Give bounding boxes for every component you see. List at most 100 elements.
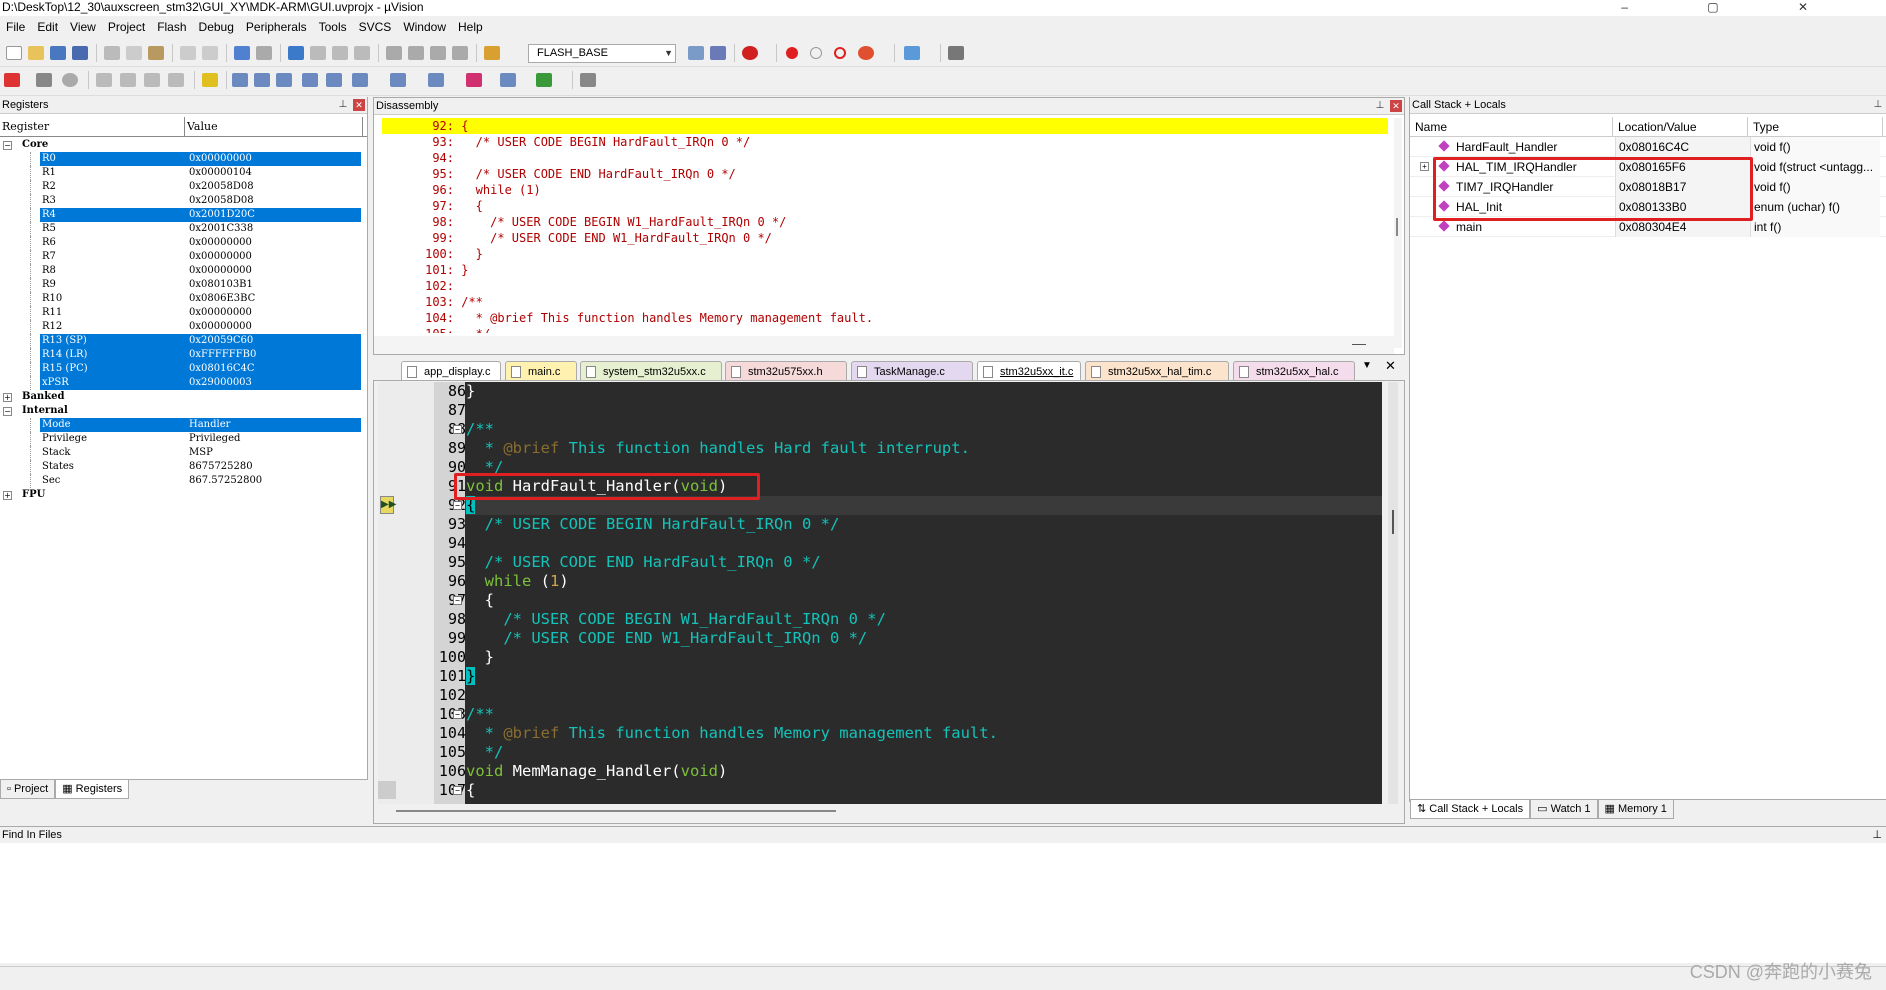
tab-project[interactable]: ▫ Project xyxy=(0,780,56,799)
nav-forward-icon[interactable] xyxy=(256,46,272,60)
menu-debug[interactable]: Debug xyxy=(193,20,240,34)
nav-back-icon[interactable] xyxy=(234,46,250,60)
reg-group[interactable]: − Internal xyxy=(0,404,367,418)
fold-toggle-icon[interactable]: − xyxy=(453,425,462,434)
editor-tab[interactable]: main.c xyxy=(505,361,577,381)
code-line[interactable]: 87 xyxy=(378,401,1382,420)
disassembly-line[interactable]: 101: } xyxy=(382,262,1388,278)
code-line[interactable]: 89 * @brief This function handles Hard f… xyxy=(378,439,1382,458)
breakpoint-icon[interactable] xyxy=(786,47,798,59)
fold-toggle-icon[interactable]: − xyxy=(453,501,462,510)
tab-memory[interactable]: ▦ Memory 1 xyxy=(1597,800,1674,819)
menu-tools[interactable]: Tools xyxy=(313,20,353,34)
register-row[interactable]: R11 0x00000000 xyxy=(0,306,367,320)
disassembly-hscroll[interactable] xyxy=(374,336,1394,354)
command-window-icon[interactable] xyxy=(232,73,248,87)
registers-window-icon[interactable] xyxy=(302,73,318,87)
register-row[interactable]: R12 0x00000000 xyxy=(0,320,367,334)
menu-help[interactable]: Help xyxy=(452,20,489,34)
register-value[interactable]: 0x2001D20C xyxy=(189,208,255,222)
menu-file[interactable]: File xyxy=(0,20,31,34)
tab-registers[interactable]: ▦ Registers xyxy=(55,780,130,799)
register-value[interactable]: 0x20059C60 xyxy=(189,334,253,348)
code-lines[interactable]: 86}8788−/**89 * @brief This function han… xyxy=(378,382,1382,804)
disassembly-line[interactable]: 97: { xyxy=(382,198,1388,214)
window-config-icon[interactable] xyxy=(904,46,920,60)
step-out-icon[interactable] xyxy=(144,73,160,87)
register-row[interactable]: R3 0x20058D08 xyxy=(0,194,367,208)
find-in-files-icon[interactable] xyxy=(688,46,704,60)
register-row[interactable]: R15 (PC) 0x08016C4C xyxy=(0,362,367,376)
register-value[interactable]: 0x0806E3BC xyxy=(189,292,255,306)
menu-flash[interactable]: Flash xyxy=(151,20,192,34)
bookmark-next-icon[interactable] xyxy=(332,46,348,60)
breakpoint-disable-icon[interactable] xyxy=(810,47,822,59)
editor-tab[interactable]: system_stm32u5xx.c xyxy=(580,361,722,381)
code-line[interactable]: 104 * @brief This function handles Memor… xyxy=(378,724,1382,743)
col-type[interactable]: Type xyxy=(1748,117,1883,136)
register-row[interactable]: R0 0x00000000 xyxy=(0,152,367,166)
disassembly-line[interactable]: 95: /* USER CODE END HardFault_IRQn 0 */ xyxy=(382,166,1388,182)
disassembly-line[interactable]: 92: { xyxy=(382,118,1388,134)
register-value[interactable]: 0x29000003 xyxy=(189,376,252,390)
col-name[interactable]: Name xyxy=(1410,117,1613,136)
col-register[interactable]: Register xyxy=(0,117,185,136)
wrench-icon[interactable] xyxy=(948,46,964,60)
register-row[interactable]: R5 0x2001C338 xyxy=(0,222,367,236)
cut-icon[interactable] xyxy=(104,46,120,60)
code-line[interactable]: 93 /* USER CODE BEGIN HardFault_IRQn 0 *… xyxy=(378,515,1382,534)
register-row[interactable]: R2 0x20058D08 xyxy=(0,180,367,194)
splitter-icon[interactable] xyxy=(378,781,396,799)
register-row[interactable]: R9 0x080103B1 xyxy=(0,278,367,292)
show-next-statement-icon[interactable] xyxy=(202,73,218,87)
disassembly-line[interactable]: 104: * @brief This function handles Memo… xyxy=(382,310,1388,326)
register-value[interactable]: 0x08016C4C xyxy=(189,362,254,376)
paste-icon[interactable] xyxy=(148,46,164,60)
register-value[interactable]: 0xFFFFFFB0 xyxy=(189,348,256,362)
pin-icon[interactable]: ⊥ xyxy=(1872,827,1882,844)
callstack-row[interactable]: HardFault_Handler 0x08016C4C void f() xyxy=(1410,137,1886,157)
bookmark-clear-icon[interactable] xyxy=(354,46,370,60)
register-value[interactable]: Privileged xyxy=(189,432,240,446)
tab-list-icon[interactable]: ▼ xyxy=(1362,360,1372,371)
fold-toggle-icon[interactable]: − xyxy=(453,596,462,605)
register-row[interactable]: States 8675725280 xyxy=(0,460,367,474)
new-file-icon[interactable] xyxy=(6,46,22,60)
code-line[interactable]: 101} xyxy=(378,667,1382,686)
expand-icon[interactable]: + xyxy=(3,491,12,500)
tab-callstack[interactable]: ⇅ Call Stack + Locals xyxy=(1410,800,1531,819)
reset-icon[interactable] xyxy=(4,73,20,87)
expand-icon[interactable]: − xyxy=(3,407,12,416)
register-row[interactable]: R4 0x2001D20C xyxy=(0,208,367,222)
close-icon[interactable]: ✕ xyxy=(353,99,365,111)
editor-tab[interactable]: stm32u5xx_hal.c xyxy=(1233,361,1355,381)
code-line[interactable]: 86} xyxy=(378,382,1382,401)
register-row[interactable]: R13 (SP) 0x20059C60 xyxy=(0,334,367,348)
code-line[interactable]: 102 xyxy=(378,686,1382,705)
editor-tab[interactable]: stm32u575xx.h xyxy=(725,361,847,381)
code-line[interactable]: 105 */ xyxy=(378,743,1382,762)
editor-tab[interactable]: app_display.c xyxy=(401,361,501,381)
register-row[interactable]: Mode Handler xyxy=(0,418,367,432)
unindent-icon[interactable] xyxy=(408,46,424,60)
register-row[interactable]: Sec 867.57252800 xyxy=(0,474,367,488)
disassembly-lines[interactable]: 92: {93: /* USER CODE BEGIN HardFault_IR… xyxy=(382,118,1388,333)
disassembly-line[interactable]: 105: */ xyxy=(382,326,1388,333)
col-location[interactable]: Location/Value xyxy=(1613,117,1748,136)
col-value[interactable]: Value xyxy=(185,117,363,136)
register-value[interactable]: 0x00000000 xyxy=(189,306,252,320)
register-row[interactable]: R6 0x00000000 xyxy=(0,236,367,250)
register-row[interactable]: R7 0x00000000 xyxy=(0,250,367,264)
tab-watch[interactable]: ▭ Watch 1 xyxy=(1530,800,1598,819)
expand-icon[interactable]: − xyxy=(3,141,12,150)
disassembly-line[interactable]: 98: /* USER CODE BEGIN W1_HardFault_IRQn… xyxy=(382,214,1388,230)
fold-toggle-icon[interactable]: − xyxy=(453,786,462,795)
run-icon[interactable] xyxy=(36,73,52,87)
register-value[interactable]: 0x2001C338 xyxy=(189,222,253,236)
editor-hscroll[interactable] xyxy=(378,804,1382,818)
disassembly-line[interactable]: 93: /* USER CODE BEGIN HardFault_IRQn 0 … xyxy=(382,134,1388,150)
window-controls[interactable]: – ▢ ✕ xyxy=(1621,0,1846,14)
copy-icon[interactable] xyxy=(126,46,142,60)
register-row[interactable]: xPSR 0x29000003 xyxy=(0,376,367,390)
register-row[interactable]: R1 0x00000104 xyxy=(0,166,367,180)
